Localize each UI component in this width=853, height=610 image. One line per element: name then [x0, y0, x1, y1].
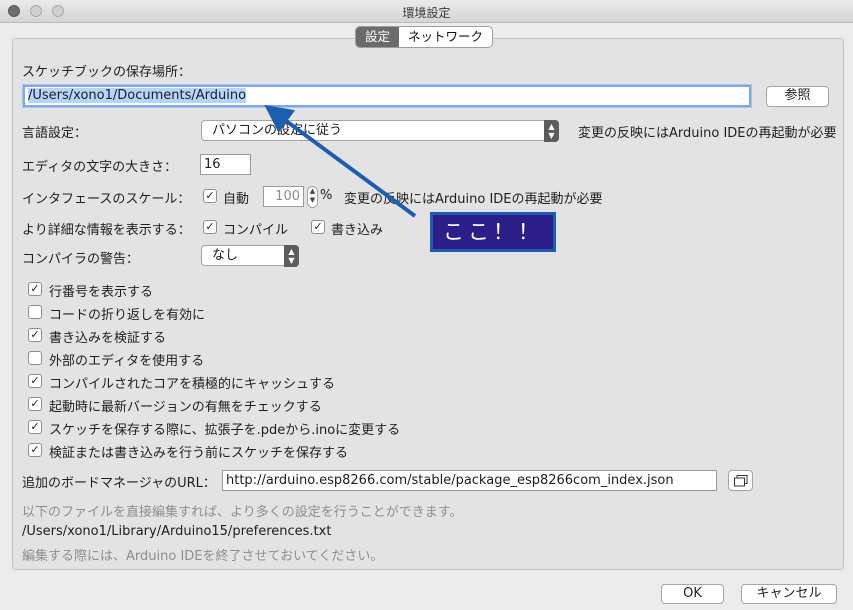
- boards-url-label: 追加のボードマネージャのURL：: [22, 476, 216, 491]
- more-prefs-note: 以下のファイルを直接編集すれば、より多くの設定を行うことができます。: [22, 505, 463, 520]
- scale-unit: %: [320, 188, 333, 203]
- font-size-label: エディタの文字の大きさ：: [22, 160, 178, 175]
- verbose-upload-checkbox[interactable]: [311, 220, 325, 234]
- cancel-button[interactable]: キャンセル: [741, 584, 837, 604]
- scale-label: インタフェースのスケール：: [22, 192, 191, 207]
- verbose-compile-checkbox[interactable]: [203, 220, 217, 234]
- option-checkbox-cache-core[interactable]: [28, 374, 42, 388]
- option-label: スケッチを保存する際に、拡張子を.pdeから.inoに変更する: [49, 423, 401, 438]
- select-arrows-icon: ▲ ▼: [544, 120, 559, 142]
- option-label: 書き込みを検証する: [49, 331, 167, 346]
- option-label: コードの折り返しを有効に: [49, 308, 206, 323]
- annotation-label: ここ！！: [430, 212, 556, 252]
- title-bar: 環境設定: [0, 0, 853, 23]
- preferences-window: 環境設定 設定 ネットワーク スケッチブックの保存場所： /Users/xono…: [0, 0, 853, 610]
- boards-url-edit-button[interactable]: [728, 470, 753, 491]
- scale-input[interactable]: 100: [263, 186, 304, 207]
- language-restart-note: 変更の反映にはArduino IDEの再起動が必要: [578, 126, 837, 141]
- language-select[interactable]: パソコンの設定に従う ▲ ▼: [201, 120, 559, 142]
- scale-stepper[interactable]: ▲ ▼: [307, 186, 318, 208]
- tab-bar: 設定 ネットワーク: [355, 26, 494, 48]
- select-arrows-icon: ▲ ▼: [284, 245, 299, 267]
- sketchbook-path-input[interactable]: /Users/xono1/Documents/Arduino: [23, 85, 751, 107]
- verbose-label: より詳細な情報を表示する：: [22, 223, 191, 238]
- option-checkbox-word-wrap[interactable]: [28, 305, 42, 319]
- tab-settings[interactable]: 設定: [356, 27, 400, 47]
- preferences-path: /Users/xono1/Library/Arduino15/preferenc…: [22, 524, 332, 539]
- option-checkbox-rename-extension[interactable]: [28, 420, 42, 434]
- browse-button[interactable]: 参照: [766, 86, 829, 107]
- option-checkbox-line-numbers[interactable]: [28, 282, 42, 296]
- verbose-compile-label: コンパイル: [223, 223, 289, 238]
- option-checkbox-verify-upload[interactable]: [28, 328, 42, 342]
- scale-auto-label: 自動: [223, 192, 250, 207]
- language-selected: パソコンの設定に従う: [212, 123, 343, 138]
- edit-note: 編集する際には、Arduino IDEを終了させておいてください。: [22, 549, 384, 564]
- warnings-select[interactable]: なし ▲ ▼: [201, 245, 299, 267]
- language-label: 言語設定：: [22, 126, 88, 141]
- tab-network[interactable]: ネットワーク: [399, 27, 493, 47]
- warnings-selected: なし: [212, 248, 239, 263]
- verbose-upload-label: 書き込み: [331, 223, 384, 238]
- sketchbook-label: スケッチブックの保存場所：: [22, 65, 192, 80]
- option-label: 行番号を表示する: [49, 285, 154, 300]
- warnings-label: コンパイラの警告：: [22, 252, 140, 267]
- option-checkbox-check-updates[interactable]: [28, 397, 42, 411]
- scale-restart-note: 変更の反映にはArduino IDEの再起動が必要: [344, 192, 603, 207]
- window-list-icon: [733, 475, 747, 487]
- option-label: 外部のエディタを使用する: [49, 354, 205, 369]
- option-label: コンパイルされたコアを積極的にキャッシュする: [49, 377, 336, 392]
- option-label: 起動時に最新バージョンの有無をチェックする: [49, 400, 322, 415]
- window-title: 環境設定: [402, 6, 451, 20]
- option-label: 検証または書き込みを行う前にスケッチを保存する: [49, 446, 349, 461]
- boards-url-input[interactable]: http://arduino.esp8266.com/stable/packag…: [222, 470, 717, 491]
- font-size-input[interactable]: 16: [200, 154, 251, 175]
- scale-auto-checkbox[interactable]: [203, 189, 217, 203]
- option-checkbox-external-editor[interactable]: [28, 351, 42, 365]
- option-checkbox-save-before-verify[interactable]: [28, 443, 42, 457]
- ok-button[interactable]: OK: [661, 584, 724, 604]
